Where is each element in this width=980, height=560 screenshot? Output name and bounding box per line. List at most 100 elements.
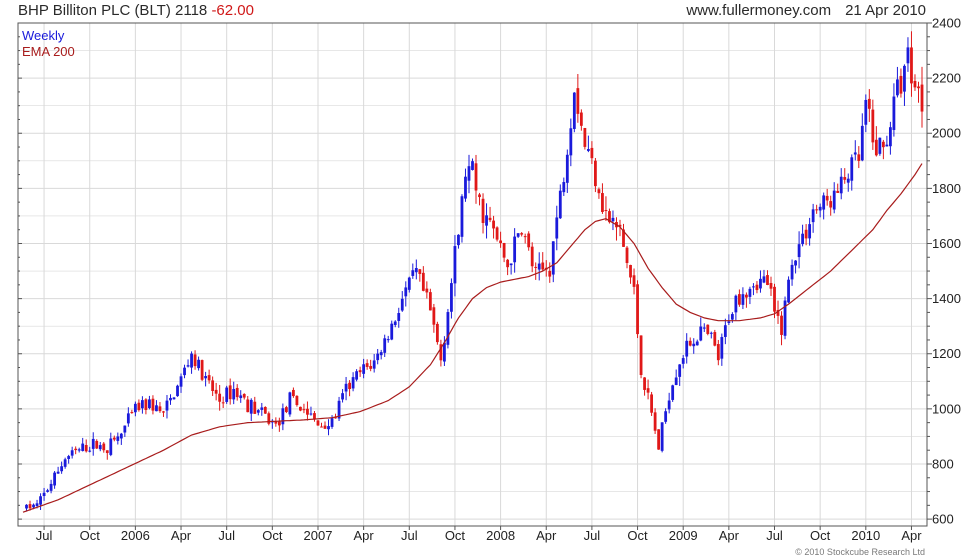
candle-up [140, 400, 144, 409]
candle-down [688, 340, 692, 346]
candle-up [671, 385, 675, 400]
candle-up [811, 209, 815, 223]
legend-ema-200: EMA 200 [22, 44, 75, 59]
candle-up [794, 260, 797, 266]
candle-down [200, 360, 204, 380]
candle-up [664, 411, 668, 422]
candle-down [302, 409, 306, 411]
candle-down [590, 147, 594, 159]
candle-up [699, 326, 703, 341]
candle-up [400, 298, 404, 311]
candle-down [804, 229, 808, 239]
candle-up [611, 217, 615, 222]
candle-down [218, 393, 222, 402]
candle-down [639, 335, 643, 375]
candle-up [485, 215, 488, 226]
candle-down [629, 264, 632, 278]
candle-down [246, 399, 250, 413]
candle-down [162, 411, 165, 413]
candle-down [625, 247, 629, 263]
candle-up [60, 466, 64, 472]
candle-up [186, 365, 190, 367]
candle-down [74, 448, 78, 451]
y-tick-label: 2400 [932, 16, 961, 31]
x-tick-label: Apr [901, 528, 922, 543]
candle-up [362, 364, 366, 374]
candle-up [818, 206, 822, 211]
candle-down [737, 294, 741, 305]
candle-down [151, 398, 155, 411]
candle-up [407, 277, 411, 290]
candle-down [158, 406, 162, 412]
candle-up [390, 323, 394, 340]
candle-up [379, 352, 383, 356]
candle-down [369, 365, 373, 369]
candle-up [126, 413, 130, 424]
candle-up [183, 367, 186, 376]
candle-up [53, 472, 57, 486]
candle-up [471, 161, 474, 170]
candle-up [562, 182, 566, 193]
candle-up [256, 410, 260, 413]
x-tick-label: Oct [80, 528, 101, 543]
candle-up [383, 338, 387, 353]
candle-down [348, 382, 351, 390]
candle-up [204, 376, 208, 379]
candle-down [221, 402, 225, 404]
candle-up [35, 503, 39, 507]
candle-up [702, 327, 706, 329]
candle-up [467, 166, 471, 181]
candle-up [42, 492, 46, 497]
y-tick-label: 1400 [932, 291, 961, 306]
candle-up [572, 92, 576, 129]
candle-up [344, 383, 348, 392]
candle-up [509, 263, 513, 266]
candle-down [579, 112, 583, 126]
candle-down [576, 88, 580, 114]
candle-down [815, 209, 819, 211]
candle-down [502, 243, 506, 258]
candle-up [404, 287, 408, 297]
x-tick-label: Jul [584, 528, 601, 543]
candle-up [88, 450, 92, 452]
legend-weekly: Weekly [22, 28, 65, 43]
candle-up [720, 337, 724, 359]
x-tick-label: Oct [445, 528, 466, 543]
candle-up [450, 283, 453, 312]
candle-up [376, 353, 380, 361]
candle-up [81, 443, 85, 451]
candle-down [95, 440, 99, 449]
candle-down [112, 437, 116, 440]
y-tick-label: 1800 [932, 181, 961, 196]
candle-up [885, 144, 889, 147]
candle-down [867, 98, 871, 109]
candle-down [527, 233, 531, 248]
candle-up [787, 279, 790, 303]
candle-up [558, 190, 562, 219]
candle-down [102, 443, 106, 451]
candle-up [77, 449, 81, 451]
candle-down [130, 412, 134, 414]
candle-down [253, 401, 257, 414]
candle-up [172, 397, 176, 400]
candle-down [137, 402, 141, 411]
candle-down [214, 389, 218, 394]
candle-up [133, 403, 137, 413]
candle-up [808, 224, 812, 239]
candle-up [239, 395, 243, 399]
candle-down [492, 220, 495, 229]
candle-up [730, 314, 734, 320]
candle-down [506, 259, 510, 268]
candle-down [601, 193, 604, 212]
candle-down [773, 286, 776, 312]
candle-up [460, 196, 464, 237]
candle-up [846, 178, 850, 183]
y-tick-label: 2000 [932, 126, 961, 141]
candle-down [716, 344, 720, 361]
candle-up [734, 295, 738, 313]
candle-up [752, 286, 755, 288]
x-tick-label: Jul [36, 528, 53, 543]
candle-up [674, 377, 678, 385]
candle-down [211, 380, 215, 391]
candle-up [341, 393, 344, 400]
